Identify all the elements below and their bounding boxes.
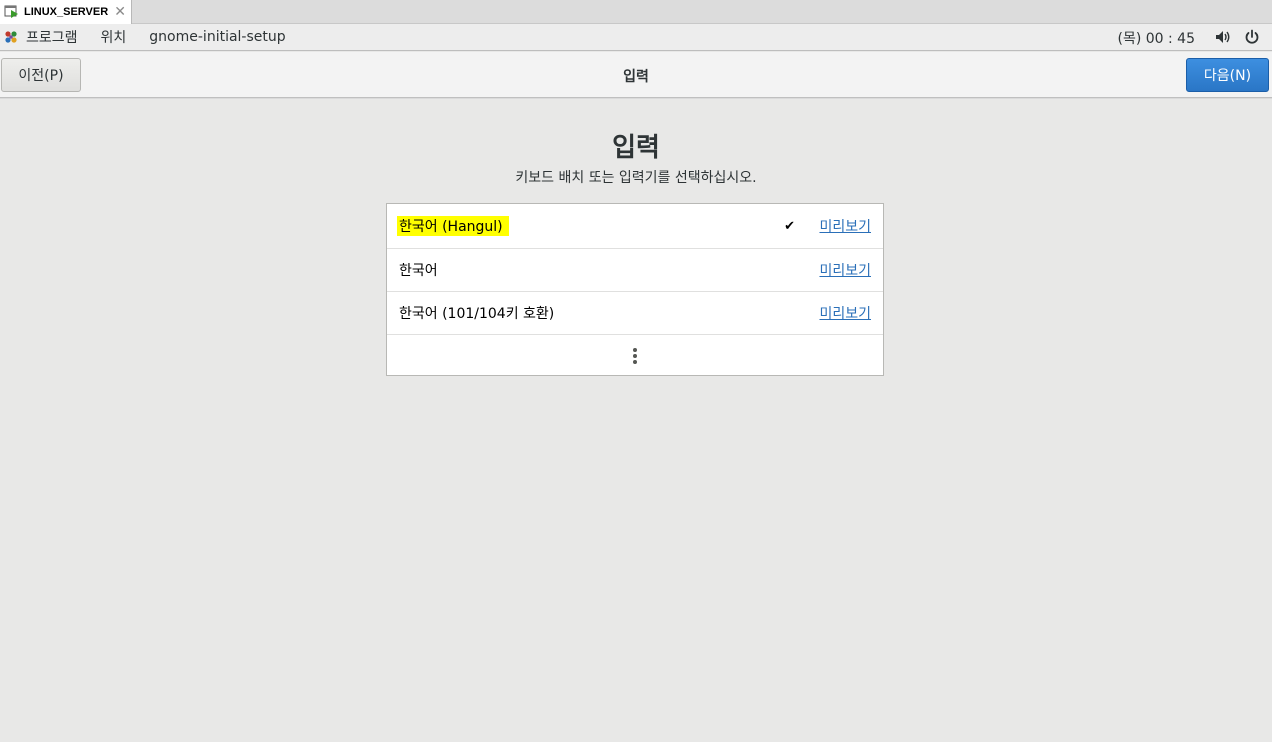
vm-tab-linux-server[interactable]: LINUX_SERVER ✕ [0, 0, 132, 24]
input-source-name: 한국어 (101/104키 호환) [399, 306, 555, 322]
applications-menu[interactable]: 프로그램 [3, 27, 78, 47]
input-source-row[interactable]: 한국어 (101/104키 호환) 미리보기 [387, 292, 883, 335]
gnome-foot-icon [5, 31, 17, 43]
more-input-sources-button[interactable] [387, 335, 883, 376]
places-menu[interactable]: 위치 [101, 27, 127, 47]
header-title: 입력 [623, 69, 649, 85]
clock[interactable]: (목) 00 : 45 [1117, 28, 1195, 48]
input-source-row[interactable]: 한국어 미리보기 [387, 249, 883, 292]
input-source-row[interactable]: 한국어 (Hangul) ✔ 미리보기 [387, 204, 883, 249]
checkmark-icon: ✔ [784, 218, 795, 234]
vm-tab-strip: LINUX_SERVER ✕ [0, 0, 1272, 24]
gnome-top-bar: 프로그램 위치 gnome-initial-setup (목) 00 : 45 [0, 24, 1272, 51]
input-source-name: 한국어 (Hangul) [397, 216, 509, 236]
input-source-name: 한국어 [399, 263, 438, 279]
input-source-list: 한국어 (Hangul) ✔ 미리보기 한국어 미리보기 한국어 (101/10… [386, 203, 884, 376]
preview-link[interactable]: 미리보기 [819, 303, 871, 323]
more-vertical-icon [633, 347, 637, 364]
next-button[interactable]: 다음(N) [1186, 58, 1269, 92]
vm-icon [4, 5, 18, 18]
preview-link[interactable]: 미리보기 [819, 216, 871, 236]
vm-tab-title: LINUX_SERVER [24, 6, 109, 18]
page-title: 입력 [612, 133, 660, 163]
power-icon[interactable] [1244, 29, 1260, 45]
applications-label: 프로그램 [26, 30, 78, 46]
active-app-menu[interactable]: gnome-initial-setup [149, 29, 285, 45]
volume-icon[interactable] [1215, 29, 1231, 45]
preview-link[interactable]: 미리보기 [819, 260, 871, 280]
page-description: 키보드 배치 또는 입력기를 선택하십시오. [515, 170, 757, 186]
header-bar: 이전(P) 입력 다음(N) [0, 52, 1272, 98]
close-icon[interactable]: ✕ [114, 3, 126, 20]
